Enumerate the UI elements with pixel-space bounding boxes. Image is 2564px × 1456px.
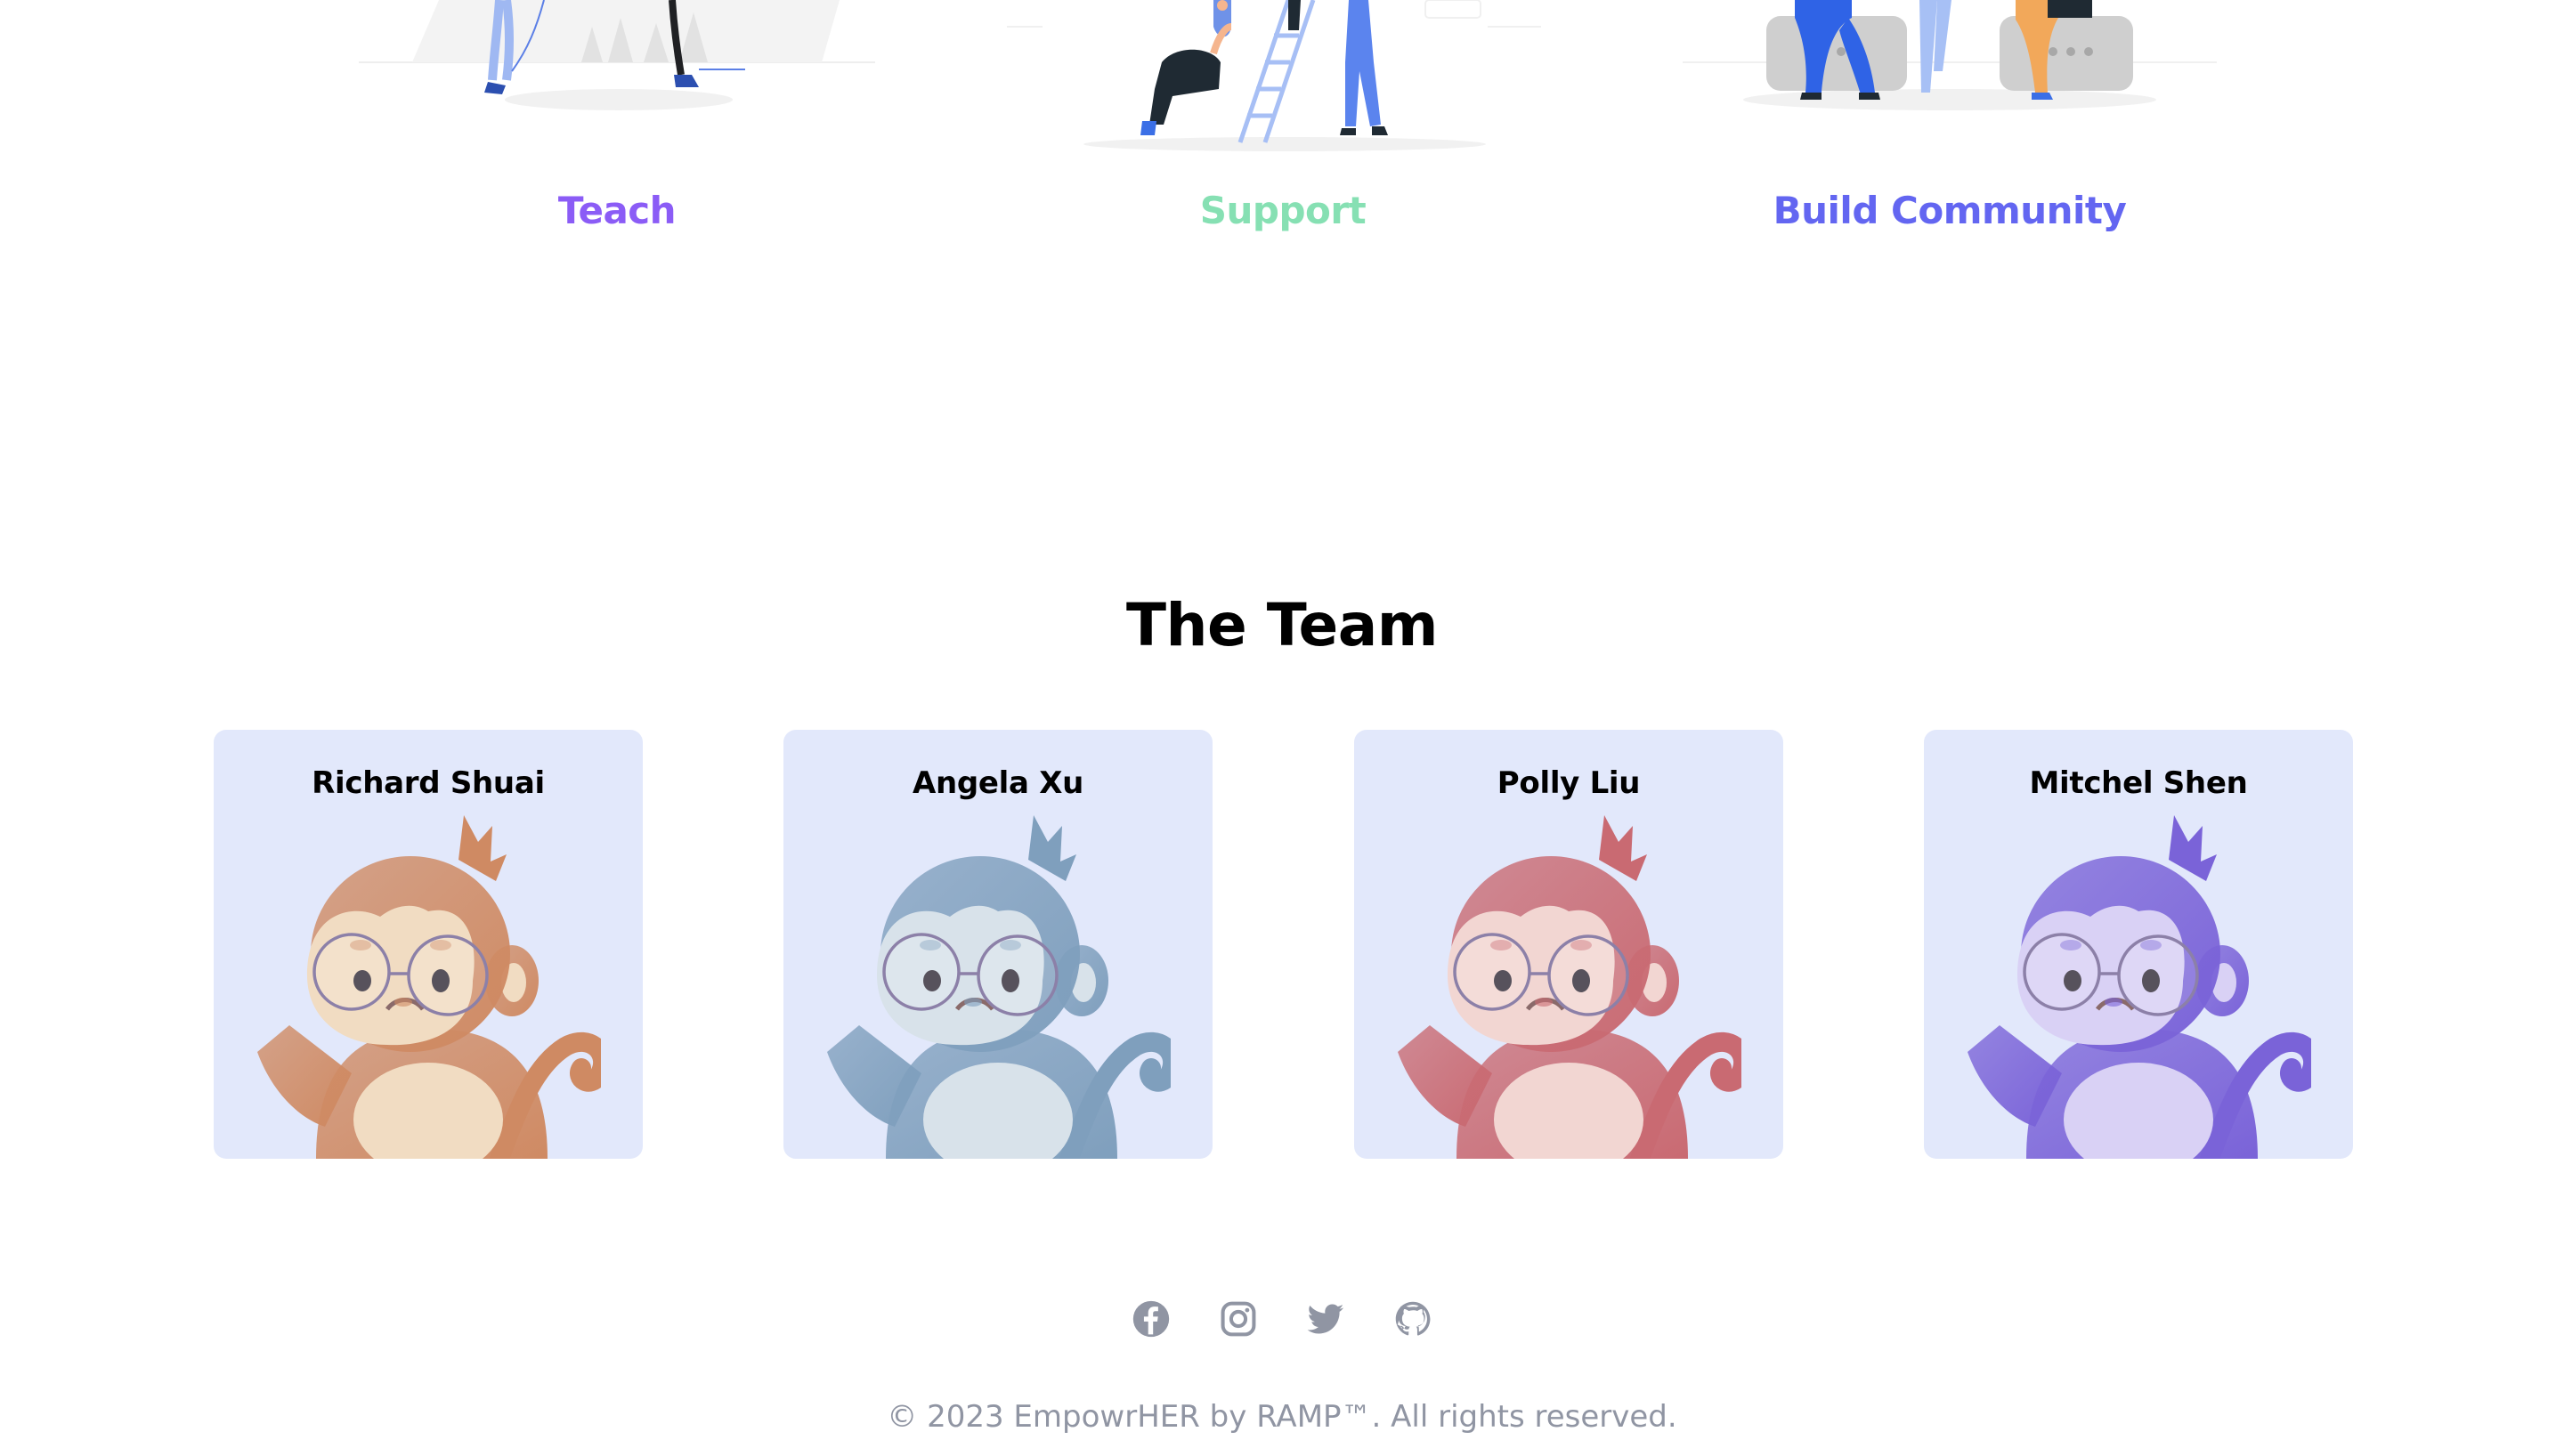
monkey-avatar-icon — [1398, 815, 1741, 1159]
monkey-avatar-icon — [257, 815, 601, 1159]
team-member-name: Richard Shuai — [312, 765, 545, 801]
feature-build-community: Build Community — [1674, 0, 2226, 249]
social-links — [0, 1299, 2564, 1342]
team-heading: The Team — [1125, 591, 1439, 659]
github-icon[interactable] — [1393, 1299, 1432, 1339]
team-card: Polly Liu — [1354, 730, 1783, 1159]
team-card: Angela Xu — [783, 730, 1213, 1159]
teach-illustration — [359, 0, 875, 110]
feature-teach: Teach — [341, 0, 893, 249]
copyright-text: © 2023 EmpowrHER by RAMP™. All rights re… — [887, 1399, 1677, 1435]
twitter-icon[interactable] — [1306, 1299, 1345, 1339]
team-member-name: Mitchel Shen — [2029, 765, 2248, 801]
team-member-name: Polly Liu — [1497, 765, 1641, 801]
feature-title: Teach — [557, 189, 677, 232]
monkey-avatar-icon — [1968, 815, 2311, 1159]
instagram-icon[interactable] — [1219, 1299, 1258, 1339]
monkey-avatar-icon — [827, 815, 1171, 1159]
support-illustration — [1007, 0, 1541, 151]
team-member-name: Angela Xu — [912, 765, 1084, 801]
feature-support: Support — [1007, 0, 1559, 249]
feature-title: Support — [1199, 189, 1367, 232]
build-community-illustration — [1683, 0, 2217, 110]
facebook-icon[interactable] — [1132, 1299, 1171, 1339]
team-card: Richard Shuai — [214, 730, 643, 1159]
team-card: Mitchel Shen — [1924, 730, 2353, 1159]
feature-title: Build Community — [1773, 189, 2127, 232]
features-section: Teach Support Build Community — [0, 0, 2564, 267]
